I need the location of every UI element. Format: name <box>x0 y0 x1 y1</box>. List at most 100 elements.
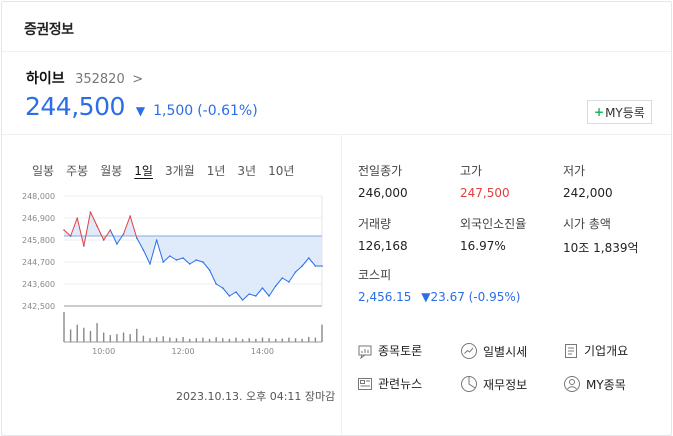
price-area <box>64 212 322 300</box>
info-item: 거래량 126,168 <box>358 215 408 253</box>
link-5[interactable]: MY종목 <box>563 375 626 393</box>
y-tick-label: 246,900 <box>22 214 55 223</box>
price-point <box>155 239 158 241</box>
price-point <box>314 265 317 267</box>
stock-name[interactable]: 하이브 <box>26 71 65 87</box>
user-icon <box>563 375 586 393</box>
link-label: 기업개요 <box>584 344 629 358</box>
price-point <box>109 229 112 231</box>
link-0[interactable]: 종목토론 <box>357 342 422 359</box>
volume-bar <box>162 336 164 342</box>
pie-chart-icon <box>460 375 483 393</box>
price-point <box>321 265 323 267</box>
trend-icon <box>460 342 483 360</box>
period-tabs: 일봉 주봉 월봉 1일 3개월 1년 3년 10년 <box>32 162 306 179</box>
price-point <box>228 295 231 297</box>
volume-bar <box>96 323 98 342</box>
volume-bar <box>215 337 217 342</box>
volume-bar <box>155 337 158 342</box>
link-label: MY종목 <box>586 377 626 392</box>
kospi-block[interactable]: 코스피 2,456.15 ▼23.67 (-0.95%) <box>358 266 520 304</box>
price-point <box>188 263 191 265</box>
link-4[interactable]: 재무정보 <box>460 375 527 393</box>
price-point <box>135 237 138 239</box>
price-point <box>248 293 251 295</box>
price-point <box>281 277 284 279</box>
volume-bar <box>122 332 125 342</box>
price-point <box>69 235 72 237</box>
divider <box>2 134 671 135</box>
volume-bar <box>314 337 317 342</box>
y-tick-label: 244,700 <box>22 258 55 267</box>
price-point <box>221 287 224 289</box>
y-tick-label: 242,500 <box>22 302 55 311</box>
kospi-value: 2,456.15 <box>358 290 412 304</box>
volume-bar <box>281 338 284 342</box>
price-point <box>149 263 151 265</box>
my-register-button[interactable]: + MY등록 <box>587 100 652 124</box>
volume-bar <box>321 324 323 342</box>
period-tab[interactable]: 주봉 <box>66 162 88 179</box>
plus-icon: + <box>594 105 605 119</box>
info-item: 시가 총액 10조 1,839억 <box>563 215 639 256</box>
volume-bar <box>116 334 118 342</box>
document-icon <box>563 343 584 359</box>
info-item: 고가 247,500 <box>460 162 510 200</box>
volume-bar <box>102 332 105 342</box>
info-value: 10조 1,839억 <box>563 241 639 255</box>
volume-bar <box>248 338 250 342</box>
info-item: 전일종가 246,000 <box>358 162 408 200</box>
volume-bar <box>294 338 297 342</box>
period-tab[interactable]: 일봉 <box>32 162 54 179</box>
price-point <box>235 291 237 293</box>
current-price: 244,500 <box>25 92 125 121</box>
info-item: 외국인소진율 16.97% <box>460 215 526 253</box>
y-tick-label: 245,800 <box>22 236 55 245</box>
kospi-label[interactable]: 코스피 <box>358 266 520 283</box>
my-register-label: MY등록 <box>605 105 645 120</box>
period-tab[interactable]: 3년 <box>237 162 256 179</box>
period-tab[interactable]: 1년 <box>207 162 226 179</box>
link-1[interactable]: 일별시세 <box>460 342 527 360</box>
period-tab[interactable]: 1일 <box>134 162 153 179</box>
price-point <box>96 225 98 227</box>
price-point <box>122 233 125 235</box>
update-timestamp: 2023.10.13. 오후 04:11 장마감 <box>176 390 336 403</box>
period-tab[interactable]: 월봉 <box>100 162 122 179</box>
volume-bar <box>182 336 184 342</box>
link-3[interactable]: 관련뉴스 <box>357 375 422 392</box>
stock-code[interactable]: 352820 <box>75 72 125 87</box>
period-tab[interactable]: 3개월 <box>165 162 195 179</box>
price-point <box>301 265 303 267</box>
volume-bar <box>109 335 112 342</box>
volume-bar <box>142 335 145 342</box>
price-point <box>255 295 257 297</box>
price-chart: 248,000 246,900 245,800 244,700 243,600 242,5… <box>22 192 323 356</box>
volume-bar <box>261 337 264 342</box>
volume-bar <box>129 334 131 342</box>
info-value: 247,500 <box>460 186 510 200</box>
price-point <box>215 283 217 285</box>
link-label: 종목토론 <box>378 344 423 358</box>
x-tick-label: 10:00 <box>92 347 115 356</box>
info-value: 126,168 <box>358 239 408 253</box>
stock-name-row[interactable]: 하이브 352820 > <box>26 68 143 88</box>
period-tab[interactable]: 10년 <box>268 162 294 179</box>
volume-bar <box>149 338 151 342</box>
volume-bar <box>235 337 237 342</box>
divider <box>341 135 342 435</box>
price-point <box>169 255 171 257</box>
price-point <box>162 261 165 263</box>
x-tick-label: 12:00 <box>172 347 195 356</box>
link-label: 일별시세 <box>483 344 528 359</box>
volume-bar <box>169 337 171 342</box>
volume-bar <box>288 337 290 342</box>
price-point <box>208 269 211 271</box>
volume-bar <box>136 328 138 342</box>
price-point <box>129 215 131 217</box>
link-2[interactable]: 기업개요 <box>563 342 628 359</box>
y-tick-label: 248,000 <box>22 192 55 201</box>
y-tick-label: 243,600 <box>22 280 55 289</box>
chevron-right-icon[interactable]: > <box>132 72 143 87</box>
volume-bar <box>308 336 310 342</box>
